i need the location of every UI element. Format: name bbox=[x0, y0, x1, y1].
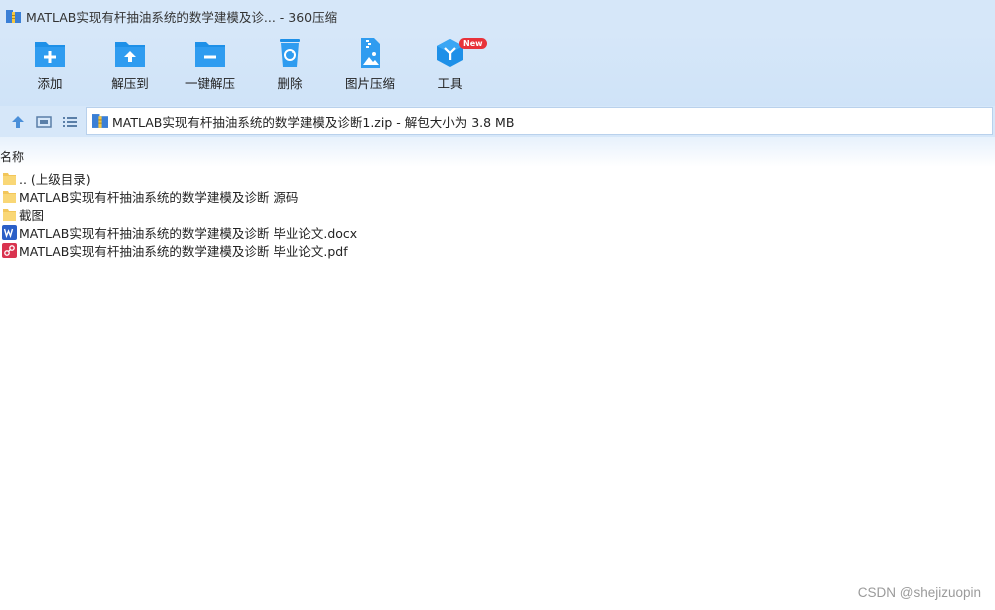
image-compress-icon bbox=[361, 38, 380, 68]
extract-to-label: 解压到 bbox=[111, 76, 149, 91]
list-item[interactable]: MATLAB实现有杆抽油系统的数学建模及诊断 源码 bbox=[0, 187, 995, 205]
one-click-extract-button[interactable]: 一键解压 bbox=[170, 38, 250, 98]
add-label: 添加 bbox=[37, 76, 63, 91]
delete-label: 删除 bbox=[277, 76, 303, 91]
up-arrow-icon[interactable] bbox=[9, 113, 27, 131]
folder-icon bbox=[3, 172, 16, 185]
thumbnail-view-icon[interactable] bbox=[35, 113, 53, 131]
column-name-header[interactable]: 名称 bbox=[0, 148, 24, 165]
pdf-doc-icon bbox=[2, 242, 17, 258]
address-bar[interactable]: MATLAB实现有杆抽油系统的数学建模及诊断1.zip - 解包大小为 3.8 … bbox=[86, 107, 993, 135]
zip-archive-icon bbox=[92, 114, 108, 128]
extract-to-button[interactable]: 解压到 bbox=[90, 38, 170, 98]
tools-button[interactable]: New 工具 bbox=[410, 38, 490, 98]
title-bar[interactable]: MATLAB实现有杆抽油系统的数学建模及诊... - 360压缩 bbox=[0, 0, 995, 32]
image-compress-label: 图片压缩 bbox=[344, 76, 395, 91]
list-view-icon[interactable] bbox=[61, 113, 79, 131]
file-list: .. (上级目录) MATLAB实现有杆抽油系统的数学建模及诊断 源码 截图 M… bbox=[0, 169, 995, 259]
tools-label: 工具 bbox=[437, 76, 463, 91]
address-path: MATLAB实现有杆抽油系统的数学建模及诊断1.zip - 解包大小为 3.8 … bbox=[112, 114, 515, 130]
folder-icon bbox=[3, 208, 16, 221]
archive-app-icon bbox=[6, 9, 21, 23]
list-item[interactable]: MATLAB实现有杆抽油系统的数学建模及诊断 毕业论文.pdf bbox=[0, 241, 995, 259]
column-header: 名称 bbox=[0, 137, 995, 167]
list-item[interactable]: .. (上级目录) bbox=[0, 169, 995, 187]
watermark: CSDN @shejizuopin bbox=[857, 585, 981, 600]
list-item-label: 截图 bbox=[19, 207, 45, 223]
folder-icon bbox=[3, 190, 16, 203]
list-item-label: MATLAB实现有杆抽油系统的数学建模及诊断 毕业论文.pdf bbox=[19, 243, 348, 259]
address-row: MATLAB实现有杆抽油系统的数学建模及诊断1.zip - 解包大小为 3.8 … bbox=[0, 106, 995, 137]
delete-button[interactable]: 删除 bbox=[250, 38, 330, 98]
image-compress-button[interactable]: 图片压缩 bbox=[330, 38, 410, 98]
add-folder-icon bbox=[35, 42, 65, 67]
list-item-label: MATLAB实现有杆抽油系统的数学建模及诊断 毕业论文.docx bbox=[19, 225, 358, 241]
recycle-bin-icon bbox=[280, 39, 300, 67]
word-doc-icon bbox=[2, 224, 17, 240]
app-window: MATLAB实现有杆抽油系统的数学建模及诊... - 360压缩 添加 解压到 bbox=[0, 0, 995, 610]
one-click-extract-label: 一键解压 bbox=[184, 76, 235, 91]
new-badge: New bbox=[459, 38, 487, 49]
add-button[interactable]: 添加 bbox=[10, 38, 90, 98]
one-click-extract-icon bbox=[195, 42, 225, 67]
list-item-label: MATLAB实现有杆抽油系统的数学建模及诊断 源码 bbox=[19, 189, 299, 205]
toolbar: 添加 解压到 一键解压 删除 图片压缩 New 工具 bbox=[0, 32, 995, 106]
extract-folder-icon bbox=[115, 42, 145, 67]
list-item-label: .. (上级目录) bbox=[19, 171, 91, 187]
window-title: MATLAB实现有杆抽油系统的数学建模及诊... - 360压缩 bbox=[26, 9, 338, 25]
list-item[interactable]: MATLAB实现有杆抽油系统的数学建模及诊断 毕业论文.docx bbox=[0, 223, 995, 241]
list-item[interactable]: 截图 bbox=[0, 205, 995, 223]
